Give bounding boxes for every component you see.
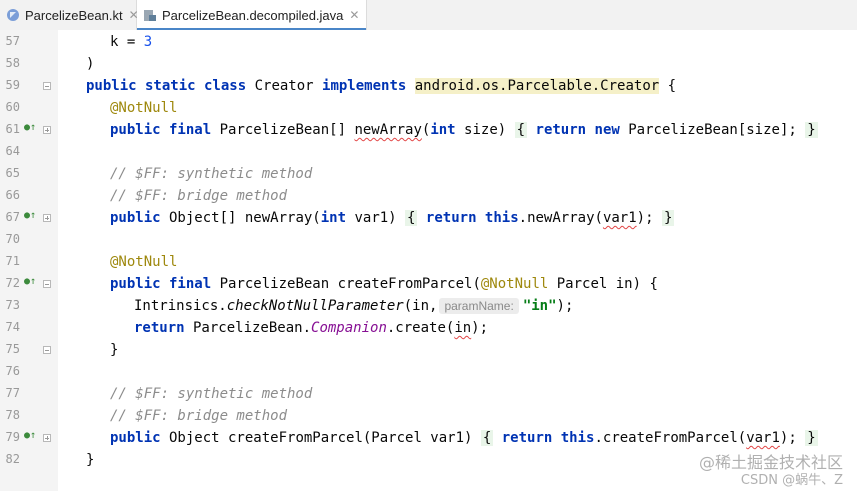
close-icon[interactable]: ✕ [349,8,359,22]
implements-method-icon[interactable]: ●↑ [24,276,38,288]
code-line-77: // $FF: synthetic method [110,386,313,402]
code-line-72: public final ParcelizeBean createFromPar… [110,276,658,292]
implements-method-icon[interactable]: ●↑ [24,122,38,134]
watermark-line-2: CSDN @蜗牛、Z [740,473,843,488]
line-number: 77 [5,386,20,400]
line-number: 58 [5,56,20,70]
fold-toggle-icon[interactable] [43,214,51,222]
tab-label: ParcelizeBean.decompiled.java [162,7,344,23]
line-number: 61 [5,122,20,136]
code-line-71: @NotNull [110,254,178,270]
code-line-61: public final ParcelizeBean[] newArray(in… [110,122,818,138]
code-line-78: // $FF: bridge method [110,408,288,424]
line-number: 75 [5,342,20,356]
watermark-line-1: @稀土掘金技术社区 [698,453,843,472]
editor-tab-bar: ParcelizeBean.kt ✕ ParcelizeBean.decompi… [0,0,857,31]
fold-toggle-icon[interactable] [43,434,51,442]
line-number: 73 [5,298,20,312]
tab-parcelizebean-decompiled-java[interactable]: ParcelizeBean.decompiled.java ✕ [137,0,367,31]
line-number: 67 [5,210,20,224]
java-file-icon [143,8,157,22]
code-line-79: public Object createFromParcel(Parcel va… [110,430,818,446]
line-number: 74 [5,320,20,334]
code-line-73: Intrinsics.checkNotNullParameter(in, para… [134,298,574,314]
fold-toggle-icon[interactable] [43,82,51,90]
fold-toggle-icon[interactable] [43,126,51,134]
fold-toggle-icon[interactable] [43,280,51,288]
code-line-60: @NotNull [110,100,178,116]
line-number: 76 [5,364,20,378]
code-editor[interactable]: k = 3 ) public static class Creator impl… [58,30,857,491]
tab-parcelizebean-kt[interactable]: ParcelizeBean.kt ✕ [0,0,139,30]
parameter-hint: paramName: [439,298,519,314]
line-number: 78 [5,408,20,422]
fold-toggle-icon[interactable] [43,346,51,354]
line-number: 60 [5,100,20,114]
watermark: @稀土掘金技术社区 CSDN @蜗牛、Z [699,454,843,490]
code-line-65: // $FF: bridge method [110,188,288,204]
line-number: 71 [5,254,20,268]
line-number: 72 [5,276,20,290]
code-line-64: // $FF: synthetic method [110,166,313,182]
line-number: 79 [5,430,20,444]
code-line-75: } [110,342,119,358]
line-number: 65 [5,166,20,180]
code-line-67: public Object[] newArray(int var1) { ret… [110,210,675,226]
implements-method-icon[interactable]: ●↑ [24,210,38,222]
kotlin-file-icon [6,8,20,22]
code-line-82: } [86,452,95,468]
line-number: 70 [5,232,20,246]
tab-label: ParcelizeBean.kt [25,7,123,23]
line-number: 57 [5,34,20,48]
line-number: 64 [5,144,20,158]
line-number: 59 [5,78,20,92]
editor-gutter: 57 58 59 60 61 ●↑ 64 65 66 67 ●↑ 70 71 7… [0,30,59,491]
line-number: 82 [5,452,20,466]
code-line-58: ) [86,56,95,72]
implements-method-icon[interactable]: ●↑ [24,430,38,442]
code-line-74: return ParcelizeBean.Companion.create(in… [134,320,489,336]
code-line-59: public static class Creator implements a… [86,78,677,94]
code-line-57: k = 3 [110,34,153,50]
line-number: 66 [5,188,20,202]
